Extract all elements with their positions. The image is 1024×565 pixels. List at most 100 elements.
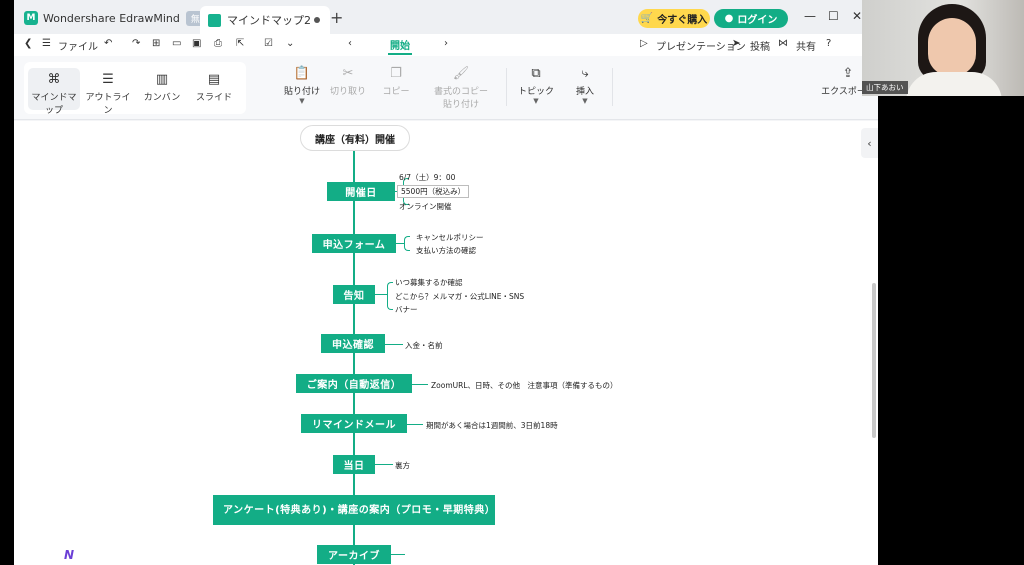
export-file-icon[interactable]: ⇱ [236,38,244,49]
file-menu[interactable]: ファイル [58,38,98,53]
login-button[interactable]: ● ログイン [714,9,788,28]
subtopic[interactable]: オンライン開催 [399,201,452,212]
view-kanban-label: カンバン [143,93,181,103]
view-slide-button[interactable]: ▤ スライド [188,68,240,110]
format-brush-icon: 🖌 [452,66,470,81]
topic-connector [391,554,405,555]
topic-node[interactable]: 申込フォーム [312,234,396,253]
unsaved-dot-icon[interactable] [314,17,320,23]
document-tab-label: マインドマップ2 [227,14,311,27]
maximize-icon[interactable]: ☐ [828,9,839,23]
topic-icon: ⧉ [531,66,541,81]
insert-label: 挿入 [575,87,594,97]
cut-label: 切り取り [330,87,367,97]
help-icon[interactable]: ? [826,38,831,49]
subtopic[interactable]: ZoomURL、日時、その他 注意事項（準備するもの） [431,380,618,391]
subtopic-bracket [404,236,410,251]
share-button[interactable]: 共有 [796,38,816,53]
topic-node[interactable]: ご案内（自動返信） [296,374,412,393]
user-icon: ● [724,13,734,24]
subtopic[interactable]: 入金・名前 [405,340,443,351]
active-tab-underline [388,53,412,55]
post-icon[interactable]: ➤ [732,38,740,49]
mindmap-doc-icon [208,13,221,27]
view-mindmap-button[interactable]: ⌘ マインドマップ [28,68,80,116]
minimize-icon[interactable]: — [804,9,816,23]
hamburger-menu-icon[interactable]: ☰ [42,38,51,49]
topic-node[interactable]: リマインドメール [301,414,407,433]
paste-dropdown-icon: ▼ [299,97,305,105]
vertical-scrollbar[interactable] [872,283,876,438]
back-arrow-icon[interactable]: ❮ [24,38,32,49]
document-tab[interactable]: マインドマップ2 [200,6,330,34]
insert-button[interactable]: ⤷ 挿入 ▼ [570,66,600,105]
topic-button[interactable]: ⧉ トピック ▼ [516,66,556,105]
prev-tab-arrow-icon[interactable]: ‹ [348,38,352,49]
participant-name-label: 山下あおい [862,81,908,94]
outline-view-icon: ☰ [102,72,114,87]
copy-label: コピー [382,87,410,97]
cut-button[interactable]: ✂ 切り取り [330,66,366,97]
format-painter-label-2: 貼り付け [442,100,479,110]
edrawmind-ai-logo-icon[interactable]: N [64,548,80,562]
share-icon[interactable]: ⋈ [778,38,788,49]
view-outline-button[interactable]: ☰ アウトライン [82,68,134,116]
participant-face [928,18,976,76]
app-tab[interactable]: M Wondershare EdrawMind 無料 [24,6,214,30]
subtopic[interactable]: 支払い方法の確認 [416,245,476,256]
cart-icon: 🛒 [640,13,654,24]
topic-label: トピック [517,87,554,97]
presentation-icon[interactable]: ▷ [640,38,648,49]
new-file-icon[interactable]: ⊞ [152,38,160,49]
new-tab-plus-icon[interactable]: + [330,8,343,27]
view-kanban-button[interactable]: ▥ カンバン [136,68,188,110]
tab-start[interactable]: 開始 [390,37,410,52]
format-painter-button[interactable]: 🖌 書式のコピー 貼り付け [434,66,488,110]
print-icon[interactable]: ⎙ [214,38,222,49]
subtopic[interactable]: 裏方 [395,460,410,471]
checklist-icon[interactable]: ☑ [264,38,273,49]
subtopic[interactable]: どこから？メルマガ・公式LINE・SNS [395,291,524,302]
slide-view-icon: ▤ [207,72,221,87]
mindmap-view-icon: ⌘ [47,72,61,87]
subtopic-selected[interactable]: 5500円（税込み） [397,185,470,198]
topic-node[interactable]: アーカイブ [317,545,391,564]
topic-connector [407,424,423,425]
paste-button[interactable]: 📋 貼り付け ▼ [284,66,320,105]
close-icon[interactable]: ✕ [852,9,862,23]
edrawmind-logo-icon: M [24,11,38,25]
subtopic[interactable]: キャンセルポリシー [416,232,484,243]
next-tab-arrow-icon[interactable]: › [444,38,448,49]
save-icon[interactable]: ▣ [192,38,201,49]
paste-label: 貼り付け [284,87,321,97]
topic-node[interactable]: 当日 [333,455,375,474]
collapse-panel-chevron-icon[interactable]: ‹ [861,128,878,158]
buy-now-label: 今すぐ購入 [657,15,708,26]
subtopic[interactable]: バナー [395,304,418,315]
subtopic[interactable]: 6/7（土）9：00 [399,172,455,183]
redo-icon[interactable]: ↷ [132,38,140,49]
topic-node[interactable]: 告知 [333,285,375,304]
root-topic[interactable]: 講座（有料）開催 [300,125,410,151]
format-painter-label-1: 書式のコピー [434,87,489,97]
subtopic-bracket [387,282,393,310]
insert-icon: ⤷ [581,66,589,81]
topic-node[interactable]: 申込確認 [321,334,385,353]
subtopic[interactable]: 期間があく場合は1週間前、3日前18時 [426,420,558,431]
topic-node[interactable]: アンケート(特典あり)・講座の案内（プロモ・早期特典） [213,495,495,525]
view-outline-label: アウトライン [85,93,131,116]
topic-dropdown-icon: ▼ [533,97,539,105]
topic-node[interactable]: 開催日 [327,182,395,201]
buy-now-button[interactable]: 🛒 今すぐ購入 [638,9,710,28]
login-label: ログイン [737,15,778,26]
subtopic[interactable]: いつ募集するか確認 [395,277,463,288]
title-bar: M Wondershare EdrawMind 無料 マインドマップ2 + 🛒 … [14,0,878,34]
kanban-view-icon: ▥ [155,72,169,87]
undo-icon[interactable]: ↶ [104,38,112,49]
open-folder-icon[interactable]: ▭ [172,38,181,49]
more-icon[interactable]: ⌄ [286,38,294,49]
copy-button[interactable]: ❐ コピー [378,66,414,97]
insert-dropdown-icon: ▼ [582,97,588,105]
copy-icon: ❐ [390,66,402,81]
post-button[interactable]: 投稿 [750,38,770,53]
